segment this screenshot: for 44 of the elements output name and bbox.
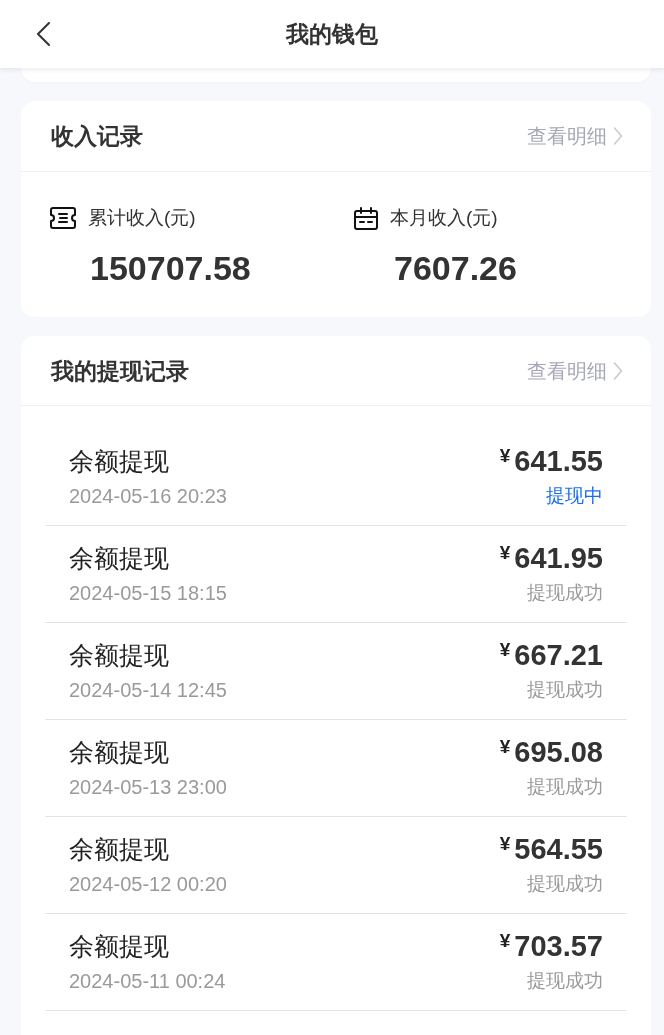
record-time: 2024-05-12 00:20 [69,873,227,895]
amount-value: 667.21 [514,638,603,673]
record-title: 余额提现 [69,835,169,863]
amount-value: 641.55 [514,444,603,479]
record-time: 2024-05-14 12:45 [69,679,227,701]
status-text: 提现成功 [527,776,603,797]
view-details-link[interactable]: 查看明细 [527,355,623,386]
currency-symbol: ¥ [499,638,511,662]
section-title: 我的提现记录 [51,356,189,386]
calendar-icon [354,206,378,230]
chevron-right-icon [613,127,623,145]
page-title: 我的钱包 [286,20,378,49]
status-text: 提现中 [546,485,603,506]
currency-symbol: ¥ [499,832,511,856]
amount-value: 695.08 [514,735,603,770]
section-title: 收入记录 [51,122,143,151]
ticket-icon [50,207,76,229]
amount-value: 703.57 [514,929,603,964]
record-title: 余额提现 [69,738,169,766]
currency-symbol: ¥ [499,735,511,759]
currency-symbol: ¥ [499,929,511,953]
stat-label: 累计收入(元) [88,206,196,230]
record-time: 2024-05-13 23:00 [69,776,227,798]
record-time: 2024-05-15 18:15 [69,582,227,604]
back-icon [36,22,50,46]
status-text: 提现成功 [527,679,603,700]
record-time: 2024-05-16 20:23 [69,485,227,507]
currency-symbol: ¥ [499,541,511,565]
amount-value: 564.55 [514,832,603,867]
stat-label: 本月收入(元) [390,206,498,230]
stat-value: 7607.26 [394,249,517,287]
view-details-link[interactable]: 查看明细 [527,121,623,151]
record-title: 余额提现 [69,932,169,960]
record-title: 余额提现 [69,544,169,572]
record-title: 余额提现 [69,447,169,475]
record-title: 余额提现 [69,641,169,669]
status-text: 提现成功 [527,582,603,603]
record-time: 2024-05-11 00:24 [69,970,226,992]
status-text: 提现成功 [527,873,603,894]
status-text: 提现成功 [527,970,603,991]
amount-value: 641.95 [514,541,603,576]
stat-value: 150707.58 [90,249,251,287]
currency-symbol: ¥ [499,444,511,468]
chevron-right-icon [613,361,623,380]
